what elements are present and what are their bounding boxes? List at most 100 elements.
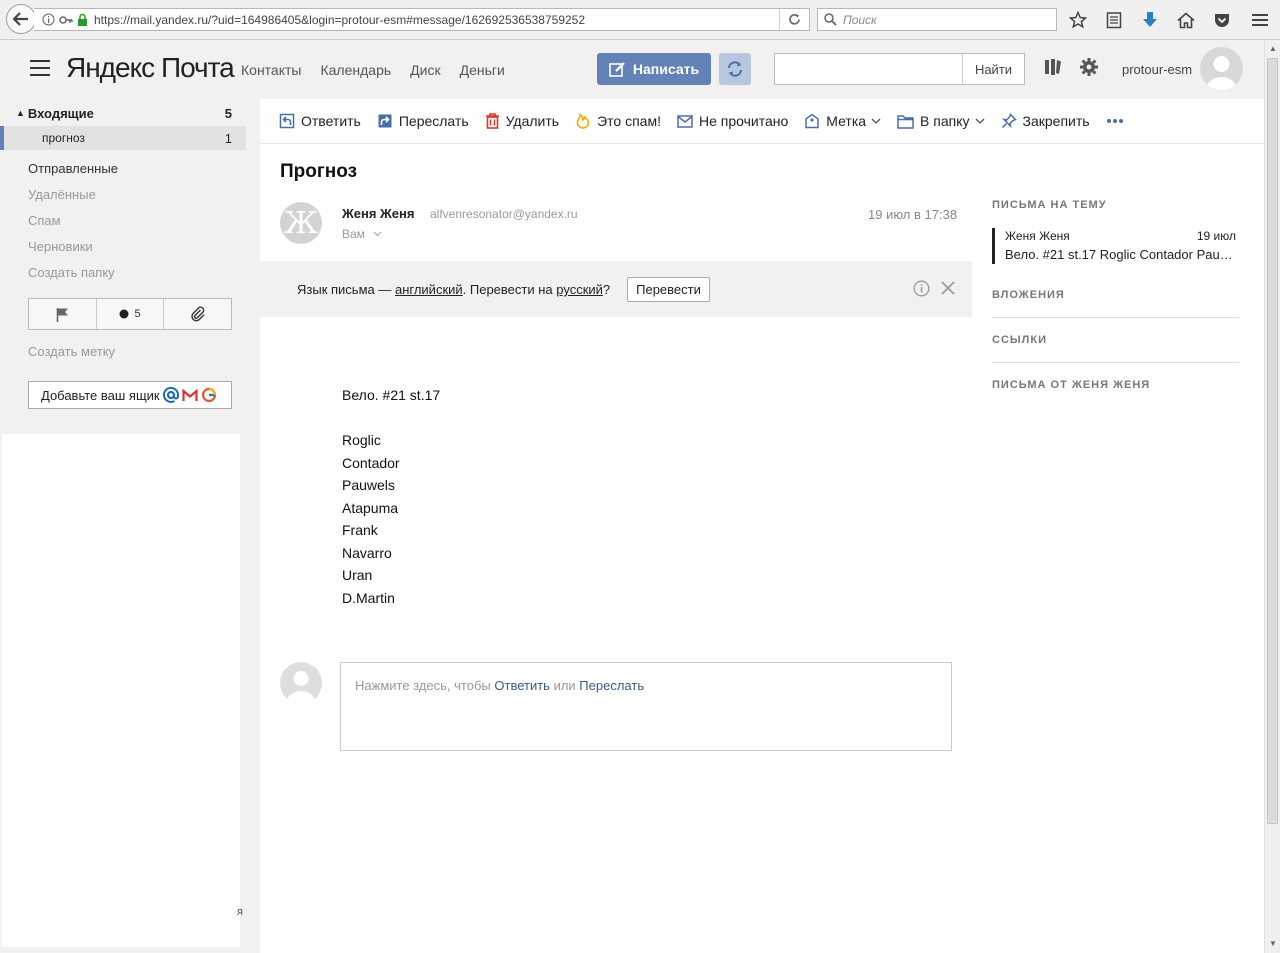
translate-prefix: Язык письма — bbox=[297, 282, 395, 297]
downloads-button[interactable] bbox=[1138, 8, 1162, 32]
url-text[interactable]: https://mail.yandex.ru/?uid=164986405&lo… bbox=[94, 13, 779, 27]
spam-label: Это спам! bbox=[597, 113, 661, 129]
compose-button[interactable]: Написать bbox=[597, 53, 711, 85]
envelope-icon bbox=[677, 114, 693, 128]
user-silhouette-icon bbox=[1206, 56, 1237, 90]
move-to-folder-label: В папку bbox=[920, 113, 970, 129]
recipient-toggle[interactable]: Вам bbox=[342, 227, 382, 241]
service-nav: Контакты Календарь Диск Деньги bbox=[241, 62, 524, 78]
folder-icon bbox=[897, 114, 914, 129]
reload-icon bbox=[789, 14, 800, 25]
username[interactable]: protour-esm bbox=[1122, 62, 1192, 77]
folder-spam[interactable]: Спам bbox=[0, 208, 246, 232]
from-sender-heading[interactable]: ПИСЬМА ОТ ЖЕНЯ ЖЕНЯ bbox=[992, 379, 1150, 391]
scroll-up-arrow-icon[interactable]: ▲ bbox=[1268, 44, 1278, 54]
settings-button[interactable] bbox=[1079, 57, 1099, 82]
browser-menu-button[interactable] bbox=[1248, 8, 1272, 32]
lock-icon[interactable] bbox=[77, 13, 88, 26]
mark-unread-label: Не прочитано bbox=[698, 113, 789, 129]
nav-contacts[interactable]: Контакты bbox=[241, 62, 301, 78]
reload-button[interactable] bbox=[779, 9, 809, 30]
recipient-label: Вам bbox=[342, 227, 365, 241]
reading-list-button[interactable] bbox=[1102, 8, 1126, 32]
back-button[interactable] bbox=[6, 4, 36, 34]
sender-email[interactable]: alfvenresonator@yandex.ru bbox=[430, 207, 578, 221]
forward-icon bbox=[378, 114, 392, 128]
dot-icon bbox=[119, 309, 129, 319]
thread-item[interactable]: Женя Женя 19 июл Вело. #21 st.17 Roglic … bbox=[992, 228, 1239, 264]
label-dropdown-label: Метка bbox=[826, 113, 867, 129]
attachments-heading[interactable]: ВЛОЖЕНИЯ bbox=[992, 289, 1065, 301]
folder-sent[interactable]: Отправленные bbox=[0, 156, 246, 180]
scroll-down-arrow-icon[interactable]: ▼ bbox=[1268, 939, 1278, 949]
forward-button[interactable]: Переслать bbox=[377, 99, 469, 144]
body-line: Pauwels bbox=[342, 477, 395, 493]
links-heading[interactable]: ССЫЛКИ bbox=[992, 334, 1047, 346]
folder-prognoz[interactable]: прогноз 1 bbox=[0, 126, 246, 150]
chevron-down-icon bbox=[975, 118, 984, 124]
menu-hamburger-icon[interactable] bbox=[30, 60, 50, 78]
info-icon[interactable] bbox=[42, 13, 55, 26]
delete-button[interactable]: Удалить bbox=[485, 99, 559, 144]
body-line: D.Martin bbox=[342, 589, 395, 606]
scrollbar-thumb[interactable] bbox=[1267, 58, 1278, 824]
address-bar[interactable]: https://mail.yandex.ru/?uid=164986405&lo… bbox=[34, 8, 810, 31]
target-language-link[interactable]: русский bbox=[556, 282, 603, 297]
folder-drafts[interactable]: Черновики bbox=[0, 234, 246, 258]
bookmark-star-button[interactable] bbox=[1066, 8, 1090, 32]
key-icon[interactable] bbox=[59, 14, 73, 26]
mark-unread-button[interactable]: Не прочитано bbox=[677, 99, 788, 144]
trash-icon bbox=[485, 113, 499, 129]
quick-reply-link[interactable]: Ответить bbox=[494, 678, 550, 693]
nav-calendar[interactable]: Календарь bbox=[320, 62, 391, 78]
mail-search-input[interactable] bbox=[775, 54, 962, 84]
label-dropdown[interactable]: Метка bbox=[804, 99, 881, 144]
translate-button[interactable]: Перевести bbox=[627, 277, 710, 302]
ad-edge-text: я bbox=[237, 906, 243, 918]
home-button[interactable] bbox=[1174, 8, 1198, 32]
quick-forward-link[interactable]: Переслать bbox=[579, 678, 644, 693]
sender-avatar[interactable]: Ж bbox=[280, 202, 322, 244]
reply-button[interactable]: Ответить bbox=[279, 99, 361, 144]
pocket-button[interactable] bbox=[1210, 8, 1234, 32]
spam-button[interactable]: Это спам! bbox=[575, 99, 661, 144]
more-actions-button[interactable] bbox=[1106, 99, 1124, 144]
search-find-button[interactable]: Найти bbox=[962, 54, 1024, 84]
info-icon[interactable] bbox=[913, 280, 930, 297]
folder-inbox[interactable]: ▲ Входящие 5 bbox=[0, 101, 246, 125]
sender-name[interactable]: Женя Женя bbox=[342, 206, 414, 221]
source-language-link[interactable]: английский bbox=[395, 282, 463, 297]
folder-deleted[interactable]: Удалённые bbox=[0, 182, 246, 206]
move-to-folder-dropdown[interactable]: В папку bbox=[897, 99, 984, 144]
body-line: Contador bbox=[342, 454, 400, 471]
reply-user-avatar bbox=[280, 662, 322, 704]
message-subject: Прогноз bbox=[280, 161, 358, 182]
user-silhouette-icon bbox=[286, 671, 316, 704]
chevron-down-icon bbox=[373, 231, 382, 237]
nav-disk[interactable]: Диск bbox=[410, 62, 440, 78]
add-mailbox-button[interactable]: Добавьте ваш ящик bbox=[28, 381, 232, 409]
pin-button[interactable]: Закрепить bbox=[1001, 99, 1090, 144]
rambler-icon bbox=[201, 387, 216, 403]
create-label-link[interactable]: Создать метку bbox=[28, 344, 115, 359]
clipboard-icon bbox=[1106, 12, 1122, 29]
create-folder-link[interactable]: Создать папку bbox=[0, 260, 246, 284]
nav-money[interactable]: Деньги bbox=[460, 62, 505, 78]
user-avatar[interactable] bbox=[1200, 47, 1243, 90]
pencil-edit-icon bbox=[609, 62, 625, 77]
collapse-triangle-icon[interactable]: ▲ bbox=[16, 108, 25, 118]
browser-search-field[interactable]: Поиск bbox=[817, 8, 1057, 31]
themes-button[interactable] bbox=[1043, 57, 1063, 82]
yandex-mail-logo[interactable]: Яндекс Почта bbox=[66, 52, 235, 84]
divider bbox=[992, 362, 1239, 363]
attachments-filter-button[interactable] bbox=[164, 299, 231, 329]
quick-reply-box[interactable]: Нажмите здесь, чтобы Ответить или Пересл… bbox=[340, 662, 952, 751]
page-scrollbar[interactable]: ▲ ▼ bbox=[1264, 40, 1280, 953]
folder-sidebar: ▲ Входящие 5 прогноз 1 Отправленные Удал… bbox=[0, 99, 260, 953]
folder-inbox-label: Входящие bbox=[27, 105, 94, 121]
close-icon[interactable] bbox=[940, 280, 956, 296]
flagged-filter-button[interactable] bbox=[29, 299, 97, 329]
refresh-button[interactable] bbox=[719, 53, 751, 85]
unread-filter-button[interactable]: 5 bbox=[97, 299, 165, 329]
message-date: 19 июл в 17:38 bbox=[868, 207, 958, 222]
